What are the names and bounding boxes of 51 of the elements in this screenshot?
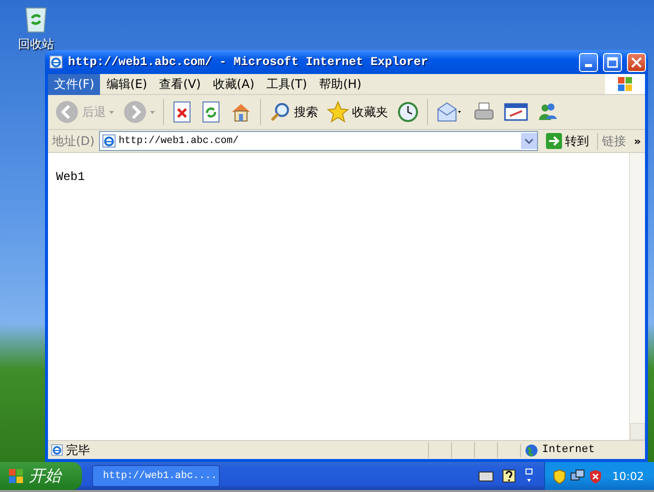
ie-logo-icon bbox=[102, 134, 116, 148]
close-icon bbox=[631, 56, 642, 68]
go-arrow-icon bbox=[546, 133, 562, 149]
language-bar-icon[interactable] bbox=[524, 468, 534, 484]
windows-flag-icon bbox=[8, 468, 24, 484]
shield-x-icon[interactable] bbox=[589, 468, 602, 484]
globe-icon bbox=[525, 444, 538, 456]
mail-envelope-icon bbox=[436, 101, 464, 123]
page-done-icon bbox=[51, 444, 63, 456]
keyboard-icon[interactable] bbox=[478, 470, 494, 482]
windows-flag-icon bbox=[617, 76, 633, 92]
messenger-people-icon bbox=[537, 101, 559, 123]
refresh-page-icon bbox=[201, 101, 221, 123]
stop-page-icon bbox=[172, 101, 192, 123]
dropdown-caret-icon bbox=[109, 110, 114, 114]
network-computers-icon[interactable] bbox=[570, 468, 586, 484]
minimize-icon bbox=[585, 64, 592, 66]
minimize-button[interactable] bbox=[579, 52, 598, 72]
menu-item[interactable]: 工具(T) bbox=[260, 74, 314, 94]
menu-item[interactable]: 查看(V) bbox=[153, 74, 207, 94]
edit-window-icon bbox=[504, 102, 528, 122]
security-zone: Internet bbox=[520, 444, 645, 456]
menu-item[interactable]: 编辑(E) bbox=[100, 74, 154, 94]
window-title: http://web1.abc.com/ - Microsoft Internet Explorer bbox=[68, 55, 430, 69]
help-icon[interactable] bbox=[502, 469, 516, 483]
links-label[interactable]: 链接 bbox=[596, 132, 630, 150]
shield-icon[interactable] bbox=[553, 468, 566, 484]
taskbar-button[interactable]: http://web1.abc.... bbox=[92, 465, 220, 487]
more-chevron[interactable]: » bbox=[634, 134, 645, 148]
favorites-button[interactable]: 收藏夹 bbox=[324, 99, 391, 125]
menu-item[interactable]: 帮助(H) bbox=[313, 74, 368, 94]
page-text: Web1 bbox=[56, 170, 85, 184]
address-label: 地址(D) bbox=[52, 132, 95, 150]
go-button[interactable]: 转到 bbox=[542, 132, 593, 150]
menu-item[interactable]: 收藏(A) bbox=[206, 74, 260, 94]
desktop-icon-label: 回收站 bbox=[18, 36, 54, 53]
status-text: 完毕 bbox=[48, 442, 428, 458]
search-icon bbox=[269, 101, 291, 123]
star-icon bbox=[327, 101, 349, 123]
maximize-icon bbox=[607, 56, 618, 68]
history-clock-icon bbox=[397, 101, 419, 123]
home-icon bbox=[230, 101, 252, 123]
ie-page-icon bbox=[49, 55, 63, 69]
menu-item[interactable]: 文件(F) bbox=[48, 74, 100, 94]
clock: 10:02 bbox=[612, 470, 644, 482]
start-button[interactable]: 开始 bbox=[0, 462, 82, 490]
search-button[interactable]: 搜索 bbox=[266, 99, 321, 125]
close-button[interactable] bbox=[627, 52, 646, 72]
address-field[interactable]: http://web1.abc.com/ bbox=[98, 131, 538, 151]
dropdown-caret-icon bbox=[150, 110, 155, 114]
maximize-button[interactable] bbox=[603, 52, 622, 72]
